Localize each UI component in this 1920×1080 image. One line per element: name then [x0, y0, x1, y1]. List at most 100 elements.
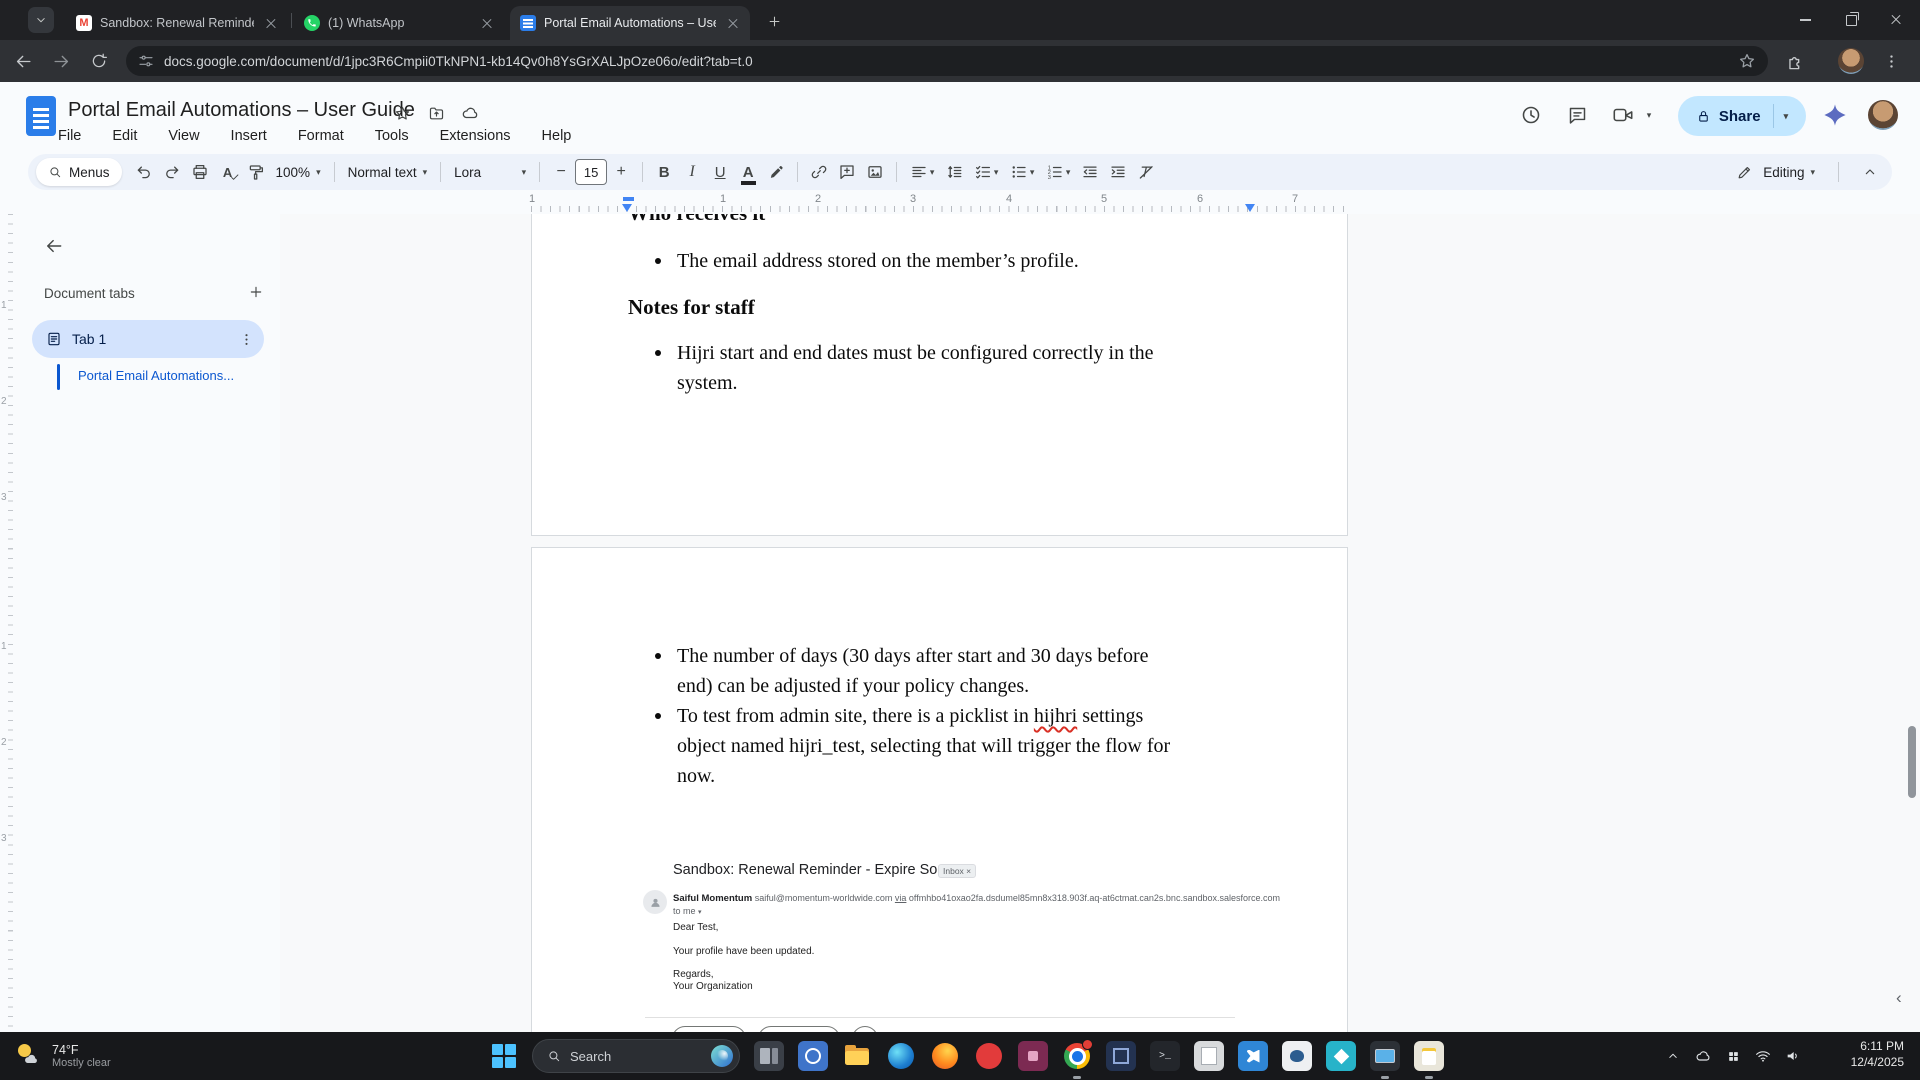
- redo-button[interactable]: [158, 158, 186, 186]
- back-button[interactable]: [12, 50, 34, 72]
- taskbar-app-file-explorer-icon[interactable]: [842, 1041, 872, 1071]
- menu-tools[interactable]: Tools: [369, 126, 415, 146]
- taskbar-app-vscode-icon[interactable]: [1238, 1041, 1268, 1071]
- paint-format-button[interactable]: [242, 158, 270, 186]
- menu-help[interactable]: Help: [536, 126, 578, 146]
- doc-bullet-line[interactable]: object named hijri_test, selecting that …: [677, 731, 1170, 761]
- taskbar-app-database-icon[interactable]: [1282, 1041, 1312, 1071]
- close-panel-button[interactable]: [40, 232, 68, 260]
- browser-profile-avatar[interactable]: [1838, 48, 1864, 74]
- tab-close-button[interactable]: [724, 14, 742, 32]
- insert-image-button[interactable]: [861, 158, 889, 186]
- bing-daily-icon[interactable]: [711, 1045, 733, 1067]
- docs-profile-avatar[interactable]: [1868, 100, 1898, 130]
- doc-bullet-line[interactable]: Hijri start and end dates must be config…: [677, 338, 1154, 368]
- taskbar-search-box[interactable]: Search: [532, 1039, 740, 1073]
- side-panel-expand-icon[interactable]: ‹: [1896, 988, 1902, 1008]
- document-page-2[interactable]: [531, 547, 1348, 1032]
- taskbar-app-notepad-icon[interactable]: [1414, 1041, 1444, 1071]
- taskbar-app-red-browser-icon[interactable]: [974, 1041, 1004, 1071]
- chevron-down-icon[interactable]: ▾: [1784, 111, 1789, 122]
- taskbar-app-diamond-icon[interactable]: [1326, 1041, 1356, 1071]
- bulleted-list-button[interactable]: ▾: [1004, 158, 1040, 186]
- tab-options-icon[interactable]: [239, 332, 254, 347]
- numbered-list-button[interactable]: ▾: [1040, 158, 1076, 186]
- tab-close-button[interactable]: [262, 14, 280, 32]
- doc-bullet-line[interactable]: system.: [677, 368, 738, 398]
- add-tab-button[interactable]: [244, 280, 268, 304]
- taskbar-app-system-monitor-icon[interactable]: [1370, 1041, 1400, 1071]
- share-button[interactable]: Share ▾: [1678, 96, 1806, 136]
- insert-link-button[interactable]: [805, 158, 833, 186]
- menu-format[interactable]: Format: [292, 126, 350, 146]
- start-button[interactable]: [492, 1044, 516, 1068]
- document-status-button[interactable]: [460, 103, 480, 123]
- doc-bullet-line[interactable]: The email address stored on the member’s…: [677, 246, 1079, 276]
- site-settings-icon[interactable]: [138, 53, 154, 69]
- new-tab-button[interactable]: [762, 9, 786, 33]
- doc-heading[interactable]: Notes for staff: [628, 292, 755, 322]
- editing-mode-select[interactable]: Editing ▾: [1730, 164, 1821, 181]
- meet-dropdown-button[interactable]: ▾: [1640, 100, 1656, 130]
- decrease-font-size-button[interactable]: −: [547, 158, 575, 186]
- meet-button[interactable]: [1608, 100, 1638, 130]
- taskbar-clock[interactable]: 6:11 PM 12/4/2025: [1812, 1038, 1904, 1070]
- underline-button[interactable]: U: [706, 158, 734, 186]
- reload-button[interactable]: [88, 50, 110, 72]
- taskbar-app-notes-icon[interactable]: [1194, 1041, 1224, 1071]
- font-size-input[interactable]: 15: [575, 159, 607, 185]
- increase-font-size-button[interactable]: +: [607, 158, 635, 186]
- align-button[interactable]: ▾: [904, 158, 940, 186]
- forward-button[interactable]: [50, 50, 72, 72]
- font-select[interactable]: Lora ▾: [448, 165, 532, 180]
- extensions-button[interactable]: [1784, 50, 1806, 72]
- taskbar-app-chrome-icon[interactable]: [1062, 1041, 1092, 1071]
- outline-heading-link[interactable]: Portal Email Automations...: [78, 368, 234, 383]
- document-title[interactable]: Portal Email Automations – User Guide: [68, 99, 415, 122]
- doc-bullet-line[interactable]: end) can be adjusted if your policy chan…: [677, 671, 1029, 701]
- document-scrollbar[interactable]: [1908, 726, 1916, 798]
- increase-indent-button[interactable]: [1104, 158, 1132, 186]
- first-line-indent-marker[interactable]: [623, 197, 634, 201]
- taskbar-weather-widget[interactable]: 74°F Mostly clear: [10, 1036, 117, 1076]
- print-button[interactable]: [186, 158, 214, 186]
- version-history-button[interactable]: [1516, 100, 1546, 130]
- paragraph-style-select[interactable]: Normal text ▾: [342, 165, 434, 180]
- spellcheck-button[interactable]: A: [214, 158, 242, 186]
- doc-bullet-line[interactable]: The number of days (30 days after start …: [677, 641, 1149, 671]
- menu-insert[interactable]: Insert: [225, 126, 273, 146]
- address-bar[interactable]: docs.google.com/document/d/1jpc3R6Cmpii0…: [126, 46, 1768, 76]
- browser-tab-gmail[interactable]: M Sandbox: Renewal Reminder - E: [66, 6, 288, 40]
- highlight-color-button[interactable]: [762, 158, 790, 186]
- doc-heading-clipped[interactable]: Who receives it: [628, 214, 765, 228]
- line-spacing-button[interactable]: [940, 158, 968, 186]
- window-close-button[interactable]: [1874, 0, 1920, 40]
- taskbar-app-terminal-icon[interactable]: >_: [1150, 1041, 1180, 1071]
- undo-button[interactable]: [130, 158, 158, 186]
- move-to-folder-button[interactable]: [426, 103, 446, 123]
- menu-edit[interactable]: Edit: [106, 126, 143, 146]
- zoom-select[interactable]: 100% ▾: [270, 165, 327, 180]
- comments-button[interactable]: [1562, 100, 1592, 130]
- tray-onedrive-icon[interactable]: [1692, 1046, 1714, 1066]
- sidebar-tab-1[interactable]: Tab 1: [32, 320, 264, 358]
- menu-file[interactable]: File: [52, 126, 87, 146]
- tray-volume-icon[interactable]: [1782, 1046, 1804, 1066]
- menu-view[interactable]: View: [162, 126, 205, 146]
- doc-bullet-line[interactable]: To test from admin site, there is a pick…: [677, 701, 1143, 731]
- browser-tab-whatsapp[interactable]: (1) WhatsApp: [294, 6, 504, 40]
- menu-extensions[interactable]: Extensions: [434, 126, 517, 146]
- right-indent-marker[interactable]: [1245, 204, 1255, 212]
- taskbar-app-edge-icon[interactable]: [886, 1041, 916, 1071]
- tab-close-button[interactable]: [478, 14, 496, 32]
- star-document-button[interactable]: [392, 103, 412, 123]
- browser-tab-docs-active[interactable]: Portal Email Automations – Use: [510, 6, 750, 40]
- browser-menu-button[interactable]: [1880, 50, 1902, 72]
- gemini-button[interactable]: [1822, 102, 1848, 128]
- clear-formatting-button[interactable]: [1132, 158, 1160, 186]
- bookmark-star-icon[interactable]: [1738, 52, 1756, 70]
- checklist-button[interactable]: ▾: [968, 158, 1004, 186]
- tray-hidden-icons-button[interactable]: [1662, 1046, 1684, 1066]
- taskbar-app-dev-tool-icon[interactable]: [1018, 1041, 1048, 1071]
- hide-menus-button[interactable]: [1856, 158, 1884, 186]
